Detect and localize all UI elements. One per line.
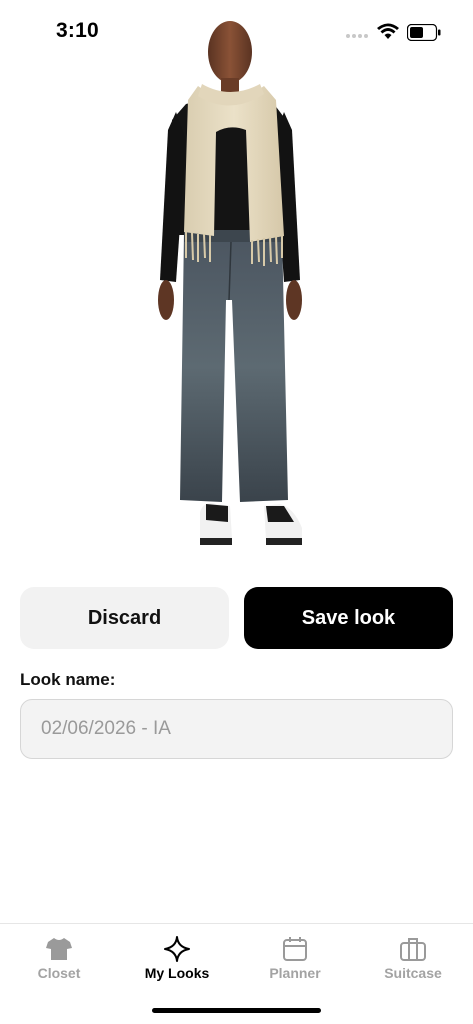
tab-my-looks[interactable]: My Looks [118,924,236,994]
tab-my-looks-label: My Looks [144,965,210,981]
tab-closet-label: Closet [37,965,81,981]
tab-planner[interactable]: Planner [236,924,354,994]
tab-closet[interactable]: Closet [0,924,118,994]
tab-suitcase[interactable]: Suitcase [354,924,472,994]
home-indicator[interactable] [152,1008,321,1013]
calendar-icon [283,937,307,961]
battery-icon [407,24,441,41]
status-time: 3:10 [56,19,99,42]
look-name-label: Look name: [20,670,116,689]
wifi-icon [377,23,399,39]
status-bar: 3:10 [0,0,473,60]
tab-planner-label: Planner [269,965,321,981]
look-name-input[interactable] [20,699,453,759]
tshirt-icon [46,938,72,960]
suitcase-icon [400,938,426,961]
discard-button[interactable]: Discard [20,587,229,649]
save-look-button[interactable]: Save look [244,587,453,649]
sparkle-icon [164,936,190,962]
mannequin-outfit-image [158,21,302,545]
tab-suitcase-label: Suitcase [384,965,442,981]
signal-dots-icon [346,34,370,40]
outfit-preview-image [0,0,473,568]
